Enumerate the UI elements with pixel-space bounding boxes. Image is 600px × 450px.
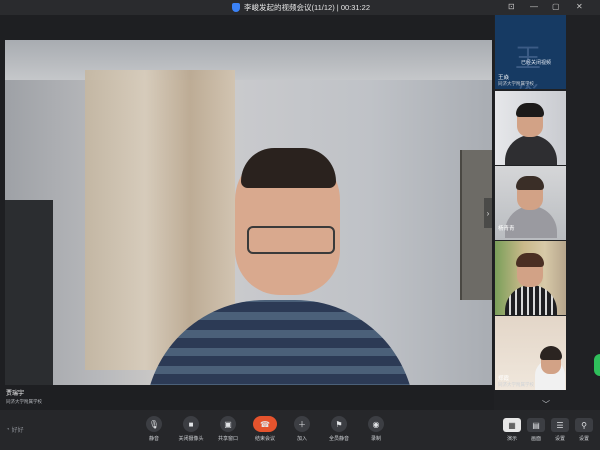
- join-button[interactable]: ＋ 加入: [282, 416, 322, 450]
- layout-icon: ▤: [527, 418, 545, 432]
- side-panel-tab[interactable]: [594, 354, 600, 376]
- mute-label: 静音: [148, 436, 159, 442]
- pin-label: 设置: [578, 436, 589, 442]
- settings-label: 设置: [554, 436, 565, 442]
- share-button[interactable]: ▣ 共享窗口: [208, 416, 248, 450]
- participant-tile[interactable]: 杨青青: [495, 166, 566, 240]
- mute-button[interactable]: 🎙 静音: [134, 416, 174, 450]
- tile-hair: [540, 346, 562, 360]
- video-ceiling: [5, 40, 492, 80]
- window-title: 李峻发起的视频会议(11/12) | 00:31:22: [244, 3, 371, 12]
- menu-icon: ☰: [551, 418, 569, 432]
- participant-tile[interactable]: [495, 91, 566, 165]
- participant-sidebar: ︿ 王焱 已经关闭视频 王焱 同济大学附属学校 杨青青 郑霞 同济大学附属学校 …: [494, 15, 600, 410]
- network-status-label: 好好: [11, 428, 24, 434]
- mute-all-button[interactable]: ⚑ 全员静音: [319, 416, 359, 450]
- video-dark-figure: [5, 200, 53, 385]
- title-bar: 李峻发起的视频会议(11/12) | 00:31:22 ⊡ — ▢ ✕: [0, 0, 600, 15]
- participant-tile[interactable]: 王焱 已经关闭视频 王焱 同济大学附属学校: [495, 15, 566, 89]
- gallery-label: 画面: [530, 436, 541, 442]
- record-button[interactable]: ◉ 录制: [356, 416, 396, 450]
- share-label: 共享窗口: [217, 436, 238, 442]
- tile-hair: [516, 253, 544, 267]
- end-meeting-button[interactable]: ☎ 结束会议: [245, 416, 285, 450]
- participant-name: 杨青青: [498, 226, 515, 232]
- maximize-icon[interactable]: ▢: [552, 2, 560, 11]
- window-title-wrap: 李峻发起的视频会议(11/12) | 00:31:22: [232, 1, 370, 14]
- mute-all-label: 全员静音: [328, 436, 349, 442]
- bottom-toolbar: ◔ 好好 🎙 静音 ■ 关闭摄像头 ▣ 共享窗口 ☎ 结束会议 ＋ 加入 ⚑ 全…: [0, 410, 600, 450]
- end-meeting-label: 结束会议: [254, 436, 275, 442]
- participant-org: 同济大学附属学校: [498, 81, 534, 86]
- main-video[interactable]: [5, 40, 492, 385]
- end-call-icon: ☎: [253, 416, 277, 432]
- participant-tile[interactable]: [495, 241, 566, 315]
- scroll-down-icon[interactable]: ﹀: [535, 399, 557, 410]
- signal-icon: ◔: [6, 426, 10, 433]
- close-icon[interactable]: ✕: [576, 2, 583, 11]
- gallery-view-button[interactable]: ▤ 画面: [524, 418, 548, 448]
- camera-button[interactable]: ■ 关闭摄像头: [171, 416, 211, 450]
- pin-window-icon[interactable]: ⊡: [508, 2, 515, 11]
- speaker-glasses: [247, 226, 335, 254]
- network-status: ◔ 好好: [6, 425, 24, 435]
- presentation-label: 演示: [506, 436, 517, 442]
- grid-icon: ▦: [503, 418, 521, 432]
- record-icon: ◉: [368, 416, 384, 432]
- presentation-view-button[interactable]: ▦ 演示: [500, 418, 524, 448]
- record-label: 录制: [370, 436, 381, 442]
- participant-name: 王焱: [498, 75, 510, 81]
- camera-label: 关闭摄像头: [178, 436, 204, 442]
- speaker-hair: [241, 148, 336, 188]
- tile-hair: [516, 103, 544, 117]
- collapse-sidebar-button[interactable]: ›: [484, 198, 492, 228]
- participant-org: 同济大学附属学校: [498, 382, 534, 387]
- share-screen-icon: ▣: [220, 416, 236, 432]
- pin-icon: ⚲: [575, 418, 593, 432]
- shield-icon: [232, 3, 240, 12]
- tile-hair: [516, 176, 544, 190]
- video-off-status: 已经关闭视频: [521, 60, 552, 66]
- settings-button[interactable]: ☰ 设置: [548, 418, 572, 448]
- camera-icon: ■: [183, 416, 199, 432]
- speaker-org: 同济大学附属学校: [6, 399, 42, 404]
- minimize-icon[interactable]: —: [530, 2, 538, 11]
- participant-name: 郑霞: [498, 376, 510, 382]
- microphone-icon: 🎙: [146, 416, 162, 432]
- mute-all-icon: ⚑: [331, 416, 347, 432]
- participant-tile[interactable]: 郑霞 同济大学附属学校: [495, 316, 566, 390]
- join-label: 加入: [296, 436, 307, 442]
- pin-button[interactable]: ⚲ 设置: [572, 418, 596, 448]
- speaker-name: 贾瑞宇: [6, 391, 25, 397]
- add-user-icon: ＋: [294, 416, 310, 432]
